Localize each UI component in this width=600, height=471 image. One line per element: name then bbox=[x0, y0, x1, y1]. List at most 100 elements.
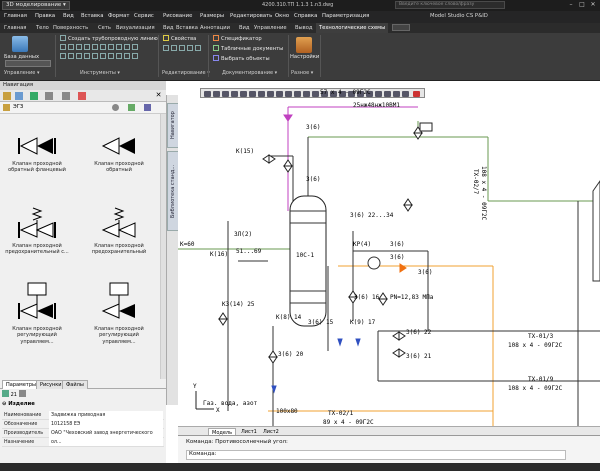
command-input[interactable]: Команда: bbox=[186, 450, 566, 460]
menu-item-plugin[interactable]: Model Studio CS P&ID bbox=[430, 13, 488, 19]
move-icon bbox=[171, 45, 177, 51]
property-row[interactable]: Назначение bbox=[2, 438, 164, 447]
property-row[interactable]: Наименование Задвижка приводная bbox=[2, 411, 164, 420]
document-title: 4200.310.ТП 1.1.3 1.n3.dwg bbox=[262, 2, 334, 8]
view-icon[interactable] bbox=[62, 92, 70, 100]
ribbon-tab[interactable]: Сеть bbox=[98, 25, 111, 31]
ribbon-options-icon[interactable] bbox=[392, 24, 410, 31]
control-valve-icon bbox=[18, 282, 56, 319]
folder-icon[interactable] bbox=[3, 92, 11, 100]
status-bar bbox=[0, 463, 600, 471]
group-label-edit[interactable]: Редактирование ▾ bbox=[162, 70, 210, 76]
ribbon-tab[interactable]: Управление bbox=[254, 25, 287, 31]
property-value[interactable]: 1012158 ЕЭ bbox=[49, 420, 163, 429]
back-icon[interactable] bbox=[30, 92, 38, 100]
maximize-button[interactable]: □ bbox=[577, 1, 587, 9]
group-label-tools[interactable]: Инструменты ▾ bbox=[80, 70, 120, 76]
sort-alpha-icon[interactable] bbox=[2, 390, 9, 397]
settings-icon[interactable] bbox=[296, 37, 312, 53]
edit-tools-row[interactable] bbox=[163, 45, 203, 52]
view-mode-icon[interactable] bbox=[112, 104, 119, 111]
erase-icon bbox=[179, 45, 185, 51]
menu-item[interactable]: Вид bbox=[63, 13, 74, 19]
ribbon-tab[interactable]: Вывод bbox=[295, 25, 312, 31]
ribbon-tab[interactable]: Поверхность bbox=[53, 25, 88, 31]
tile-label: Клапан проходной обратный bbox=[94, 160, 144, 174]
library-tile[interactable]: Клапан проходной регулирующий управляем.… bbox=[2, 281, 72, 345]
group-label-docs[interactable]: Документирование ▾ bbox=[222, 70, 277, 76]
trim-icon bbox=[195, 45, 201, 51]
tool-row-3[interactable] bbox=[60, 53, 140, 60]
ribbon-tab[interactable]: Вставка bbox=[176, 25, 198, 31]
equip-label: 3Л(2) bbox=[234, 231, 252, 238]
create-pipeline-button[interactable]: Создать трубопроводную линию bbox=[60, 35, 158, 42]
menu-item[interactable]: Рисование bbox=[163, 13, 192, 19]
ribbon-tab[interactable]: Аннотации bbox=[200, 25, 230, 31]
property-row[interactable]: Обозначение 1012158 ЕЭ bbox=[2, 420, 164, 429]
select-objects-button[interactable]: Выбрать объекты bbox=[213, 55, 270, 62]
properties-button[interactable]: Свойства bbox=[163, 35, 196, 42]
group-label-manage[interactable]: Управление ▾ bbox=[4, 70, 39, 76]
ribbon-tab-active[interactable]: Технологические схемы bbox=[316, 23, 389, 33]
menu-item[interactable]: Правка bbox=[35, 13, 55, 19]
folder-small-icon bbox=[3, 104, 10, 111]
pin-icon[interactable] bbox=[78, 92, 86, 100]
library-tile[interactable]: Клапан проходной обратный фланцевый bbox=[2, 134, 72, 174]
settings-button[interactable]: Настройки bbox=[290, 54, 319, 60]
menu-item[interactable]: Главная bbox=[4, 13, 27, 19]
library-tile[interactable]: Клапан проходной предохранительный с... bbox=[2, 206, 72, 256]
database-dropdown[interactable] bbox=[5, 60, 51, 67]
current-path[interactable]: ЭГЗ bbox=[13, 104, 23, 110]
ribbon-tab[interactable]: Главная bbox=[4, 25, 26, 31]
ref-label: 100x80 bbox=[276, 408, 298, 415]
equip-label: 3(6) 20 bbox=[278, 351, 304, 358]
equip-label: 3(6) 22...34 bbox=[350, 212, 394, 219]
menu-item[interactable]: Редактировать bbox=[230, 13, 272, 19]
library-tile[interactable]: Клапан проходной регулирующий управляем.… bbox=[84, 281, 154, 345]
select-objects-label: Выбрать объекты bbox=[221, 56, 270, 62]
menu-item[interactable]: Формат bbox=[108, 13, 130, 19]
drawing-canvas[interactable]: 57 x 4 - 09Г2С K(15) 25нж48нж10ВМ1 3(6) … bbox=[178, 81, 600, 426]
ribbon-tab[interactable]: Визуализация bbox=[116, 25, 155, 31]
property-key: Производитель bbox=[4, 431, 44, 436]
library-tile[interactable]: Клапан проходной обратный bbox=[84, 134, 154, 174]
tool-row-2[interactable] bbox=[60, 44, 140, 51]
panel-close-icon[interactable]: ✕ bbox=[154, 91, 163, 100]
specifier-button[interactable]: Спецификатор bbox=[213, 35, 262, 42]
home-icon[interactable] bbox=[15, 92, 23, 100]
pipe-label: 89 x 4 - 09Г2С bbox=[323, 419, 374, 426]
database-icon[interactable] bbox=[12, 36, 28, 52]
filter-icon[interactable] bbox=[18, 390, 26, 397]
workspace-selector[interactable]: 3D моделирование ▾ bbox=[2, 1, 70, 10]
copy-icon bbox=[116, 44, 122, 50]
close-button[interactable]: ✕ bbox=[588, 1, 598, 9]
equip-label: KP(4) bbox=[353, 241, 371, 248]
valve-icon bbox=[392, 348, 406, 358]
table-docs-button[interactable]: Табличные документы bbox=[213, 45, 283, 52]
menu-item[interactable]: Вставка bbox=[81, 13, 103, 19]
property-key: Наименование bbox=[4, 413, 42, 418]
filter-icon[interactable] bbox=[144, 104, 151, 111]
ribbon-tab[interactable]: Вид bbox=[239, 25, 250, 31]
tab-files[interactable]: Файлы bbox=[62, 380, 88, 389]
menu-item[interactable]: Параметризация bbox=[322, 13, 369, 19]
select-icon bbox=[213, 55, 219, 61]
menu-item[interactable]: Справка bbox=[294, 13, 317, 19]
minimize-button[interactable]: – bbox=[566, 1, 576, 9]
sort-icon[interactable] bbox=[45, 92, 53, 100]
ribbon-tab[interactable]: Вид bbox=[163, 25, 174, 31]
property-value[interactable]: Задвижка приводная bbox=[49, 411, 163, 420]
property-row[interactable]: Производитель ОАО "Чеховский завод энерге… bbox=[2, 429, 164, 447]
menu-item[interactable]: Окно bbox=[275, 13, 289, 19]
section-header[interactable]: ⊖ Изделие bbox=[2, 401, 35, 407]
ribbon-tab[interactable]: Тело bbox=[36, 25, 49, 31]
group-label-misc[interactable]: Разное ▾ bbox=[291, 70, 313, 76]
library-tile[interactable]: Клапан проходной предохранительный bbox=[84, 206, 154, 256]
refresh-icon[interactable] bbox=[128, 104, 135, 111]
menu-item[interactable]: Сервис bbox=[134, 13, 154, 19]
search-input[interactable]: Введите ключевое слово/фразу bbox=[395, 1, 505, 9]
menu-item[interactable]: Размеры bbox=[200, 13, 224, 19]
tab-parameters[interactable]: Параметры bbox=[2, 380, 40, 389]
flow-arrow-icon bbox=[337, 338, 343, 347]
valve-icon bbox=[268, 350, 278, 364]
